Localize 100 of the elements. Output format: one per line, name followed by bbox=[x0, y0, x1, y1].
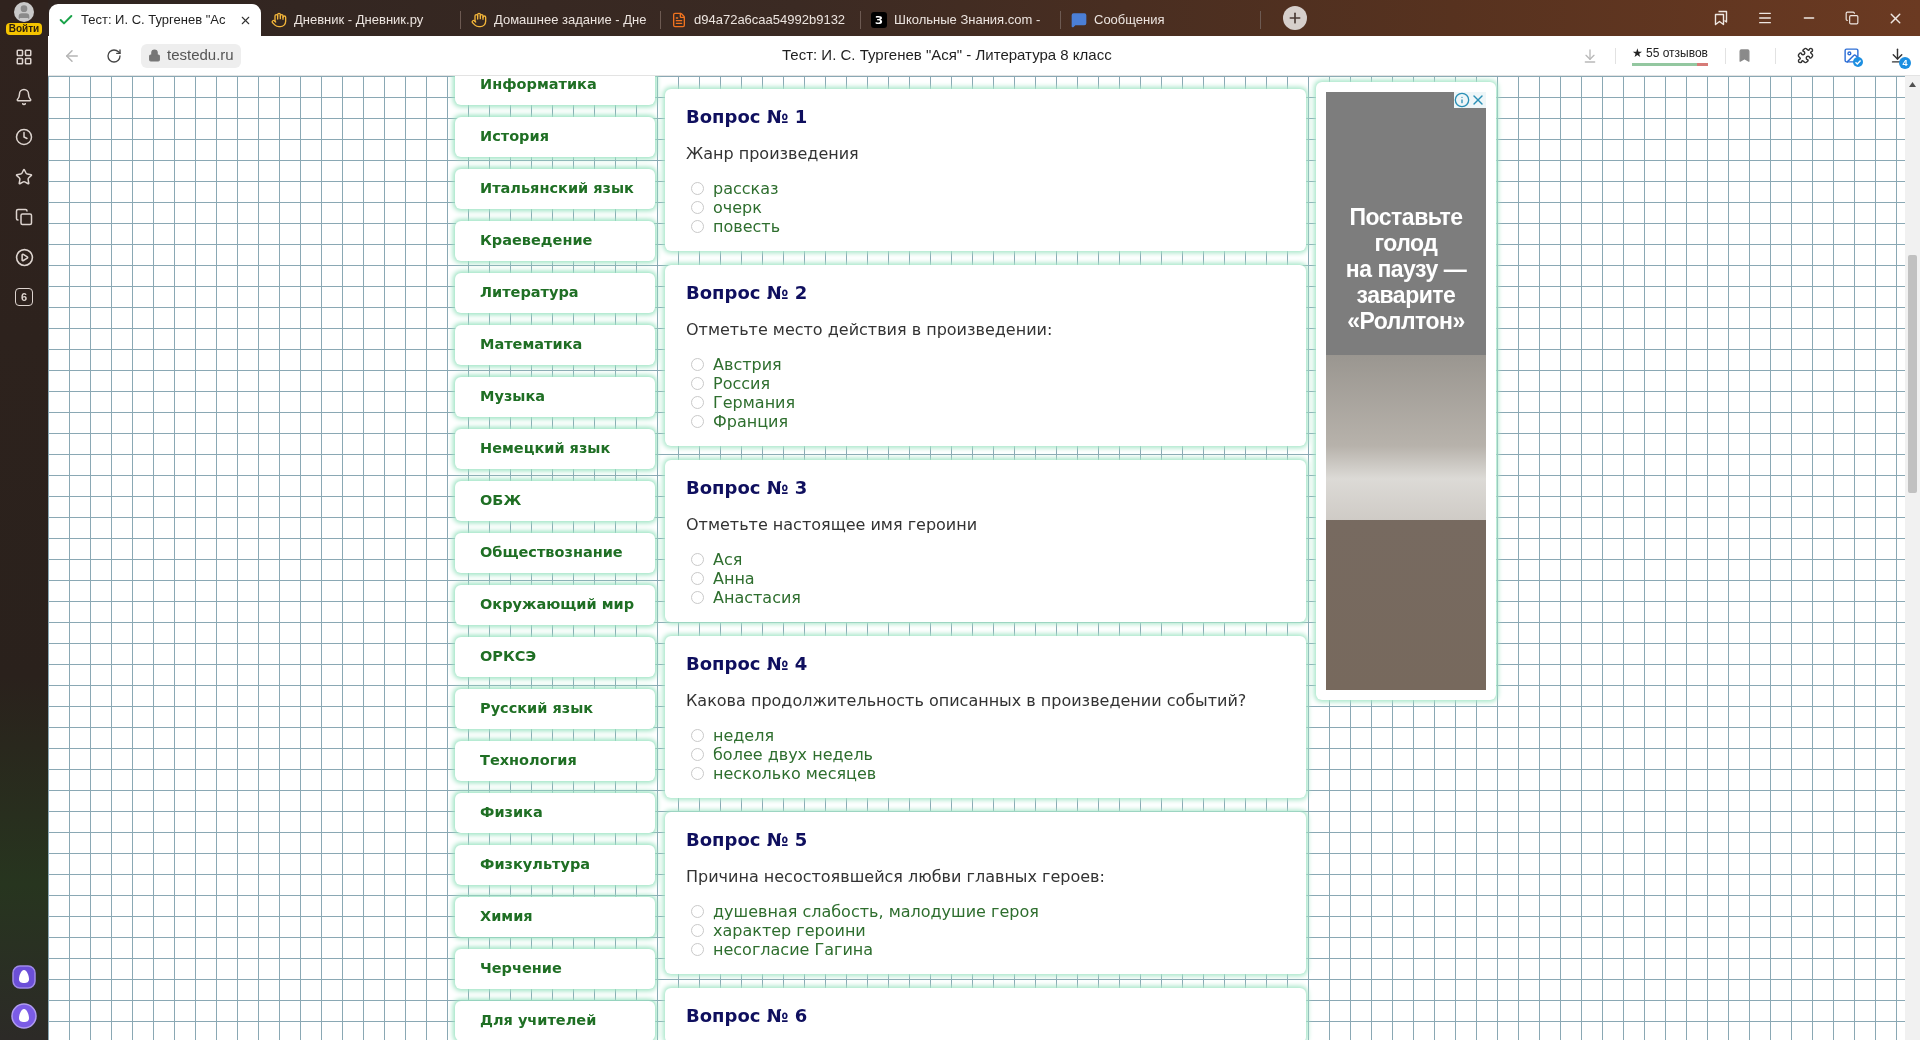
radio-button[interactable] bbox=[691, 924, 704, 937]
answer-label[interactable]: очерк bbox=[713, 198, 762, 217]
answer-label[interactable]: более двух недель bbox=[713, 745, 874, 764]
play-icon[interactable] bbox=[14, 247, 34, 267]
hand-icon bbox=[271, 12, 287, 28]
answer-label[interactable]: Анна bbox=[713, 569, 755, 588]
answer-label[interactable]: неделя bbox=[713, 726, 775, 745]
check-icon bbox=[1853, 57, 1863, 67]
answer-label[interactable]: Франция bbox=[713, 412, 789, 431]
subject-link[interactable]: Химия bbox=[455, 897, 655, 937]
answer-label[interactable]: характер героини bbox=[713, 921, 866, 940]
bookmarks-icon[interactable] bbox=[1713, 10, 1729, 26]
subject-link[interactable]: Математика bbox=[455, 325, 655, 365]
assistant-icon[interactable] bbox=[11, 1002, 37, 1029]
subject-link[interactable]: Музыка bbox=[455, 377, 655, 417]
browser-tab[interactable]: d94a72a6caa54992b9132 bbox=[661, 4, 860, 36]
radio-button[interactable] bbox=[691, 182, 704, 195]
radio-button[interactable] bbox=[691, 591, 704, 604]
menu-icon[interactable] bbox=[1757, 10, 1773, 26]
subject-link[interactable]: Литература bbox=[455, 273, 655, 313]
assistant-app-icon[interactable] bbox=[12, 964, 36, 989]
radio-button[interactable] bbox=[691, 553, 704, 566]
radio-button[interactable] bbox=[691, 358, 704, 371]
subject-link[interactable]: Окружающий мир bbox=[455, 585, 655, 625]
radio-button[interactable] bbox=[691, 748, 704, 761]
radio-button[interactable] bbox=[691, 572, 704, 585]
question-text: Какова продолжительность описанных в произведении событий? bbox=[686, 691, 1248, 711]
reviews-button[interactable]: ★ 55 отзывов bbox=[1631, 45, 1708, 66]
subject-link[interactable]: ОБЖ bbox=[455, 481, 655, 521]
answer-label[interactable]: душевная слабость, малодушие героя bbox=[713, 902, 1039, 921]
scroll-up-arrow-icon[interactable] bbox=[1909, 82, 1916, 87]
reload-icon[interactable] bbox=[106, 47, 122, 64]
subject-link[interactable]: Технология bbox=[455, 741, 655, 781]
subject-link[interactable]: Для учителей bbox=[455, 1001, 655, 1040]
subject-link[interactable]: Обществознание bbox=[455, 533, 655, 573]
answer-label[interactable]: Анастасия bbox=[713, 588, 801, 607]
chat-bubble-icon bbox=[1071, 12, 1087, 28]
browser-tab[interactable]: Тест: И. С. Тургенев "Ас bbox=[49, 4, 261, 36]
answer-label[interactable]: Россия bbox=[713, 374, 771, 393]
url-field[interactable]: testedu.ru bbox=[141, 43, 241, 68]
browser-tab[interactable]: Домашнее задание - Дне bbox=[461, 4, 660, 36]
image-icon[interactable] bbox=[1843, 47, 1860, 64]
subject-link[interactable]: История bbox=[455, 117, 655, 157]
clock-icon[interactable] bbox=[15, 128, 33, 146]
radio-button[interactable] bbox=[691, 905, 704, 918]
radio-button[interactable] bbox=[691, 729, 704, 742]
radio-button[interactable] bbox=[691, 220, 704, 233]
answer-label[interactable]: Германия bbox=[713, 393, 796, 412]
subject-link[interactable]: ОРКСЭ bbox=[455, 637, 655, 677]
count-badge[interactable]: 6 bbox=[15, 288, 33, 306]
restore-icon[interactable] bbox=[1845, 11, 1859, 25]
subject-link[interactable]: Немецкий язык bbox=[455, 429, 655, 469]
answer-label[interactable]: повесть bbox=[713, 217, 781, 236]
question-text: Причина несостоявшейся любви главных героев: bbox=[686, 867, 1106, 887]
answer-label[interactable]: рассказ bbox=[713, 179, 779, 198]
question-text: Отметьте место действия в произведении: bbox=[686, 320, 1054, 340]
info-icon[interactable] bbox=[1454, 92, 1470, 108]
browser-tab[interactable]: Сообщения bbox=[1061, 4, 1260, 36]
new-tab-button[interactable] bbox=[1283, 6, 1307, 30]
avatar-icon[interactable] bbox=[14, 2, 34, 22]
bookmark-icon[interactable] bbox=[1737, 48, 1752, 63]
page-title: Тест: И. С. Тургенев "Ася" - Литература 8 класс bbox=[782, 45, 1112, 66]
subject-link[interactable]: Информатика bbox=[455, 76, 655, 105]
answer-label[interactable]: Австрия bbox=[713, 355, 782, 374]
hand-icon bbox=[471, 12, 487, 28]
browser-tab[interactable]: Дневник - Дневник.ру bbox=[261, 4, 460, 36]
apps-grid-icon[interactable] bbox=[15, 48, 33, 66]
subject-link[interactable]: Физкультура bbox=[455, 845, 655, 885]
lock-icon bbox=[148, 49, 161, 62]
question-text: Отметьте настоящее имя героини bbox=[686, 515, 979, 535]
stacked-pages-icon[interactable] bbox=[15, 208, 33, 226]
subject-link[interactable]: Итальянский язык bbox=[455, 169, 655, 209]
question-text: Жанр произведения bbox=[686, 144, 860, 164]
subject-link[interactable]: Русский язык bbox=[455, 689, 655, 729]
question-title: Вопрос № 4 bbox=[686, 652, 809, 676]
radio-button[interactable] bbox=[691, 767, 704, 780]
radio-button[interactable] bbox=[691, 201, 704, 214]
question-title: Вопрос № 3 bbox=[686, 476, 809, 500]
answer-label[interactable]: Ася bbox=[713, 550, 743, 569]
bell-icon[interactable] bbox=[15, 88, 33, 106]
scrollbar-thumb[interactable] bbox=[1908, 255, 1917, 493]
puzzle-icon[interactable] bbox=[1797, 47, 1814, 64]
star-icon[interactable] bbox=[15, 168, 33, 186]
answer-label[interactable]: несколько месяцев bbox=[713, 764, 877, 783]
question-title: Вопрос № 1 bbox=[686, 105, 809, 129]
answer-label[interactable]: несогласие Гагина bbox=[713, 940, 874, 959]
ad-banner[interactable]: Поставьте голод на паузу — заварите «Роллтон» bbox=[1326, 92, 1486, 690]
scrollbar[interactable] bbox=[1905, 76, 1920, 1040]
radio-button[interactable] bbox=[691, 377, 704, 390]
site-logo: З bbox=[871, 12, 887, 28]
subject-link[interactable]: Физика bbox=[455, 793, 655, 833]
question-title: Вопрос № 5 bbox=[686, 828, 809, 852]
browser-tab[interactable]: З Школьные Знания.com - bbox=[861, 4, 1060, 36]
radio-button[interactable] bbox=[691, 396, 704, 409]
subject-link[interactable]: Краеведение bbox=[455, 221, 655, 261]
login-label[interactable]: Войти bbox=[5, 23, 43, 35]
radio-button[interactable] bbox=[691, 943, 704, 956]
plus-icon bbox=[1287, 10, 1303, 26]
subject-link[interactable]: Черчение bbox=[455, 949, 655, 989]
radio-button[interactable] bbox=[691, 415, 704, 428]
